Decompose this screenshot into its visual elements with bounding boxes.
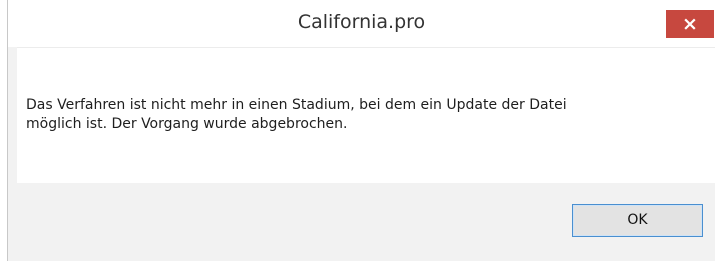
- title-bar[interactable]: California.pro ×: [8, 0, 715, 47]
- close-button[interactable]: ×: [666, 10, 714, 38]
- ok-button[interactable]: OK: [572, 204, 703, 237]
- window-title: California.pro: [297, 11, 426, 33]
- message-area: Das Verfahren ist nicht mehr in einen St…: [17, 47, 715, 183]
- message-dialog: California.pro × Das Verfahren ist nicht…: [7, 0, 715, 261]
- close-icon: ×: [682, 13, 698, 35]
- dialog-message: Das Verfahren ist nicht mehr in einen St…: [26, 97, 567, 132]
